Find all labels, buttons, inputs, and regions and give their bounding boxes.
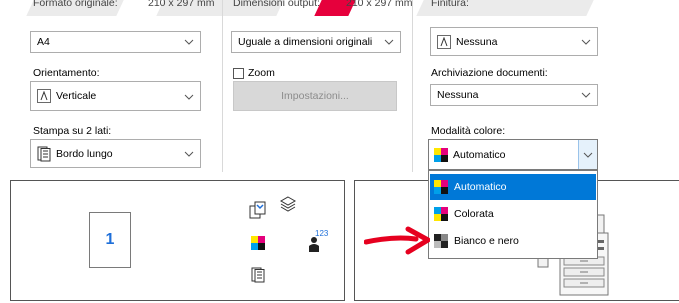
duplex-long-edge-icon	[37, 146, 51, 162]
chevron-down-icon	[581, 90, 591, 100]
person-stack-icon	[307, 235, 321, 256]
doc-archiving-value: Nessuna	[437, 89, 479, 101]
orientation-value: Verticale	[56, 90, 97, 102]
annotation-arrow-icon	[363, 226, 431, 259]
output-size-value: 210 x 297 mm	[346, 0, 413, 9]
original-size-value: 210 x 297 mm	[148, 0, 215, 9]
auto-color-icon	[434, 180, 448, 194]
chevron-down-icon	[184, 37, 194, 47]
option-label: Colorata	[454, 208, 494, 220]
color-mode-preview-icon	[251, 236, 265, 250]
color-icon	[434, 207, 448, 221]
color-mode-value: Automatico	[453, 148, 506, 161]
chevron-down-icon	[184, 92, 194, 102]
column-divider	[412, 0, 413, 172]
duplex-select[interactable]: Bordo lungo	[30, 139, 201, 168]
color-mode-dropdown-list: Automatico Colorata Bianco e nero	[428, 170, 598, 259]
option-colorata[interactable]: Colorata	[430, 201, 596, 227]
finishing-value: Nessuna	[456, 35, 498, 48]
zoom-label: Zoom	[248, 67, 275, 79]
chevron-down-icon	[583, 152, 593, 158]
color-mode-label: Modalità colore:	[431, 125, 506, 137]
chevron-down-icon	[384, 37, 394, 47]
layers-icon	[279, 195, 297, 216]
original-format-select[interactable]: A4	[30, 31, 201, 53]
auto-color-icon	[434, 147, 448, 162]
stack-counter: 123	[315, 229, 329, 238]
option-label: Automatico	[454, 181, 507, 193]
output-dimensions-value: Uguale a dimensioni originali	[238, 36, 373, 48]
option-bianco-e-nero[interactable]: Bianco e nero	[430, 228, 596, 254]
finishing-select[interactable]: Nessuna	[430, 27, 598, 56]
original-format-label: Formato originale:	[33, 0, 118, 9]
output-dimensions-label: Dimensioni output:	[233, 0, 320, 9]
column-divider	[222, 0, 223, 172]
zoom-checkbox[interactable]	[233, 68, 244, 79]
orientation-select[interactable]: Verticale	[30, 81, 201, 111]
duplex-label: Stampa su 2 lati:	[33, 125, 112, 137]
portrait-orientation-icon	[37, 89, 51, 103]
finishing-none-icon	[437, 34, 451, 49]
option-automatico[interactable]: Automatico	[430, 174, 596, 200]
copy-pages-icon	[248, 200, 268, 223]
duplex-value: Bordo lungo	[56, 147, 113, 160]
color-mode-dropdown-toggle[interactable]	[578, 140, 597, 169]
doc-archiving-select[interactable]: Nessuna	[430, 84, 598, 106]
page-number: 1	[105, 231, 115, 248]
original-format-value: A4	[37, 36, 50, 48]
duplex-preview-icon	[251, 267, 265, 286]
finishing-label: Finitura:	[431, 0, 469, 9]
preview-page: 1	[89, 212, 131, 268]
print-preview-pane: 1 123	[10, 180, 345, 301]
output-dimensions-select[interactable]: Uguale a dimensioni originali	[231, 31, 401, 53]
chevron-down-icon	[581, 37, 591, 47]
option-label: Bianco e nero	[454, 235, 519, 247]
chevron-down-icon	[184, 149, 194, 159]
color-mode-select[interactable]: Automatico	[428, 139, 598, 170]
settings-button[interactable]: Impostazioni...	[233, 81, 397, 111]
orientation-label: Orientamento:	[33, 67, 100, 79]
black-white-icon	[434, 234, 448, 248]
doc-archiving-label: Archiviazione documenti:	[431, 67, 548, 79]
